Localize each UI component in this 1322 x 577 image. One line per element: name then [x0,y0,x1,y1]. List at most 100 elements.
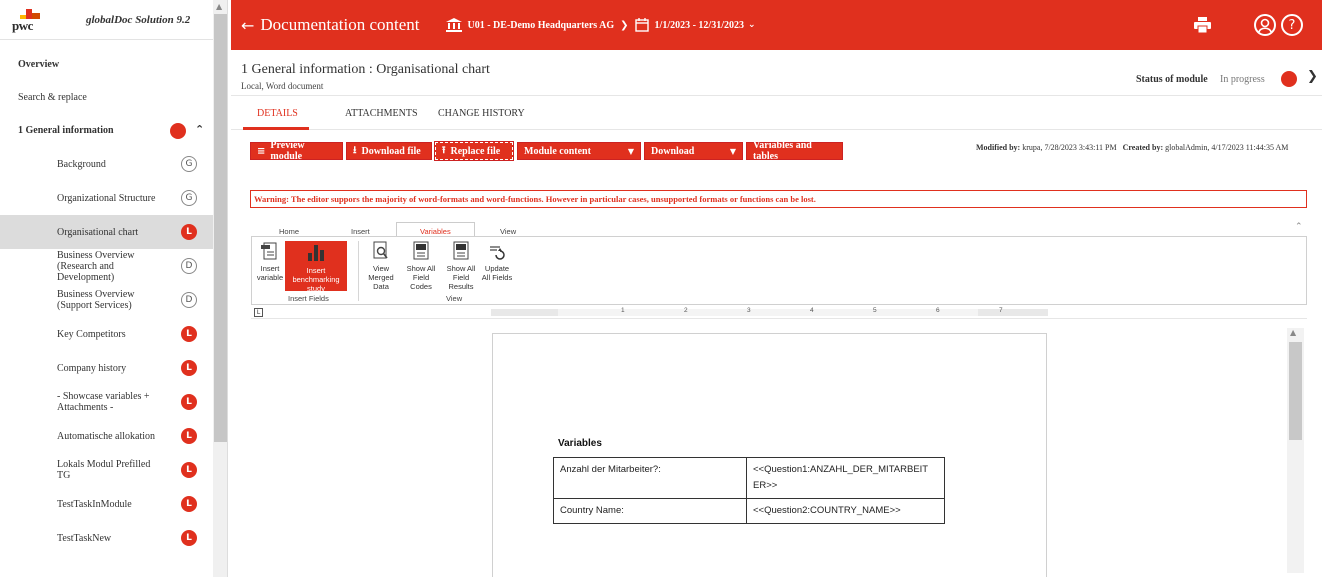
pwc-logo: pwc [12,7,46,33]
sidebar-item-key-competitors[interactable]: Key Competitors L [0,317,213,351]
sidebar-item-testtaskinmodule[interactable]: TestTaskInModule L [0,487,213,521]
module-type-badge: L [181,326,197,342]
tab-attachments[interactable]: ATTACHMENTS [345,108,418,119]
ruler-number: 4 [810,307,814,314]
nav-search-replace[interactable]: Search & replace [0,81,213,114]
nav-overview[interactable]: Overview [0,48,213,81]
help-icon[interactable]: ? [1281,14,1303,36]
tab-change-history[interactable]: CHANGE HISTORY [438,108,525,119]
view-merged-data-button[interactable]: View Merged Data [361,241,401,291]
tab-details[interactable]: DETAILS [257,108,298,119]
ribbon-tab-view[interactable]: View [500,227,516,236]
caret-down-icon: ▼ [729,146,736,156]
sidebar-item-lokals-modul[interactable]: Lokals Modul Prefilled TG L [0,453,213,487]
chevron-up-icon[interactable]: ⌃ [1295,222,1303,232]
period-range: 1/1/2023 - 12/31/2023 [654,19,744,31]
ruler-number: 3 [747,307,751,314]
horizontal-ruler[interactable]: 1 2 3 4 5 6 7 [491,307,1048,316]
document-heading[interactable]: Variables [558,438,602,449]
status-value[interactable]: In progress [1220,74,1265,85]
update-fields-button[interactable]: Update All Fields [481,241,513,282]
group-view: View [446,294,463,303]
table-cell[interactable]: Anzahl der Mitarbeiter?: [553,457,747,499]
modified-info: Modified by: krupa, 7/28/2023 3:43:11 PM… [976,143,1289,152]
document-scrollbar[interactable]: ▲ [1287,328,1304,573]
table-cell[interactable]: <<Question2:COUNTRY_NAME>> [746,498,945,524]
sidebar-item-organizational-structure[interactable]: Organizational Structure G [0,181,213,215]
module-type-badge: L [181,462,197,478]
sidebar-item-background[interactable]: Background G [0,147,213,181]
insert-variable-icon [261,242,277,260]
calendar-icon [634,18,649,32]
nav-section-general-information[interactable]: 1 General information ⌃ [0,114,213,147]
ruler-bar: L 1 2 3 4 5 6 7 [251,305,1307,319]
variables-and-tables-button[interactable]: Variables and tables [746,140,843,162]
scroll-up-icon[interactable]: ▲ [1290,328,1296,337]
bar-chart-icon [308,245,324,261]
sidebar-item-testtasknew[interactable]: TestTaskNew L [0,521,213,555]
ruler-number: 5 [873,307,877,314]
detail-tabs: DETAILS ATTACHMENTS CHANGE HISTORY [231,97,1322,130]
section-status-dot [170,123,186,139]
preview-module-button[interactable]: ≡ Preview module [250,140,343,162]
insert-benchmarking-study-button[interactable]: Insert benchmarking study [285,241,347,293]
document-scroll-thumb[interactable] [1289,342,1302,440]
chevron-up-icon[interactable]: ⌃ [195,123,204,136]
scroll-up-icon[interactable]: ▲ [216,2,222,11]
variables-table[interactable]: Anzahl der Mitarbeiter?: <<Question1:ANZ… [553,457,945,524]
sidebar: pwc globalDoc Solution 9.2 Overview Sear… [0,0,228,577]
sidebar-item-showcase-variables[interactable]: - Showcase variables + Attachments - L [0,385,213,419]
show-field-results-button[interactable]: Show All Field Results [442,241,480,291]
table-cell[interactable]: <<Question1:ANZAHL_DER_MITARBEIT ER>> [746,457,945,499]
document-canvas[interactable]: Variables Anzahl der Mitarbeiter?: <<Que… [251,320,1307,577]
group-insert-fields: Insert Fields [288,294,329,303]
replace-file-button[interactable]: ⭱ Replace file [434,141,514,161]
download-icon: ⭳ [353,144,357,156]
module-type-badge: D [181,292,197,308]
print-icon[interactable] [1194,17,1211,33]
ruler-number: 6 [936,307,940,314]
chevron-right-icon[interactable]: ❯ [1307,69,1318,84]
field-codes-icon [413,241,429,260]
sidebar-item-company-history[interactable]: Company history L [0,351,213,385]
caret-down-icon: ▼ [627,146,634,156]
ribbon-tab-home[interactable]: Home [279,227,299,236]
module-content-dropdown[interactable]: Module content ▼ [517,142,641,160]
sidebar-item-business-overview-rd[interactable]: Business Overview (Research and Developm… [0,249,213,283]
module-type-badge: L [181,394,197,410]
tab-stop-icon[interactable]: L [254,308,263,317]
view-merged-icon [373,241,388,259]
ruler-number: 2 [684,307,688,314]
sidebar-item-organisational-chart[interactable]: Organisational chart L [0,215,213,249]
table-row[interactable]: Anzahl der Mitarbeiter?: <<Question1:ANZ… [553,457,945,499]
table-row[interactable]: Country Name: <<Question2:COUNTRY_NAME>> [553,498,945,524]
insert-variable-button[interactable]: Insert variable [255,241,285,282]
arrow-left-icon: ← [241,15,255,35]
app-header: ← Documentation content U01 - DE-Demo He… [231,0,1322,50]
document-page[interactable]: Variables Anzahl der Mitarbeiter?: <<Que… [492,333,1047,577]
header-title: Documentation content [260,15,420,34]
update-fields-icon [490,246,505,260]
period-selector[interactable]: 1/1/2023 - 12/31/2023 ⌄ [634,18,756,32]
show-field-codes-button[interactable]: Show All Field Codes [402,241,440,291]
download-dropdown[interactable]: Download ▼ [644,142,743,160]
ribbon-tab-insert[interactable]: Insert [351,227,370,236]
module-type-badge: D [181,258,197,274]
user-icon[interactable] [1254,14,1276,36]
active-tab-indicator [243,127,309,130]
module-type-badge: G [181,156,197,172]
sidebar-item-business-overview-support[interactable]: Business Overview (Support Services) D [0,283,213,317]
sidebar-item-automatische-allokation[interactable]: Automatische allokation L [0,419,213,453]
table-cell[interactable]: Country Name: [553,498,747,524]
back-button[interactable]: ← Documentation content [241,15,420,35]
product-name: globalDoc Solution 9.2 [86,13,191,26]
sidebar-scrollbar[interactable]: ▲ [213,0,227,577]
sidebar-scroll-thumb[interactable] [214,14,227,442]
download-file-button[interactable]: ⭳ Download file [346,142,432,160]
module-type-badge: L [181,428,197,444]
ruler-number: 7 [999,307,1003,314]
entity-selector[interactable]: U01 - DE-Demo Headquarters AG ❯ [445,18,629,32]
lines-icon: ≡ [257,145,266,157]
ribbon-tab-variables[interactable]: Variables [420,227,451,236]
module-type-badge: L [181,360,197,376]
